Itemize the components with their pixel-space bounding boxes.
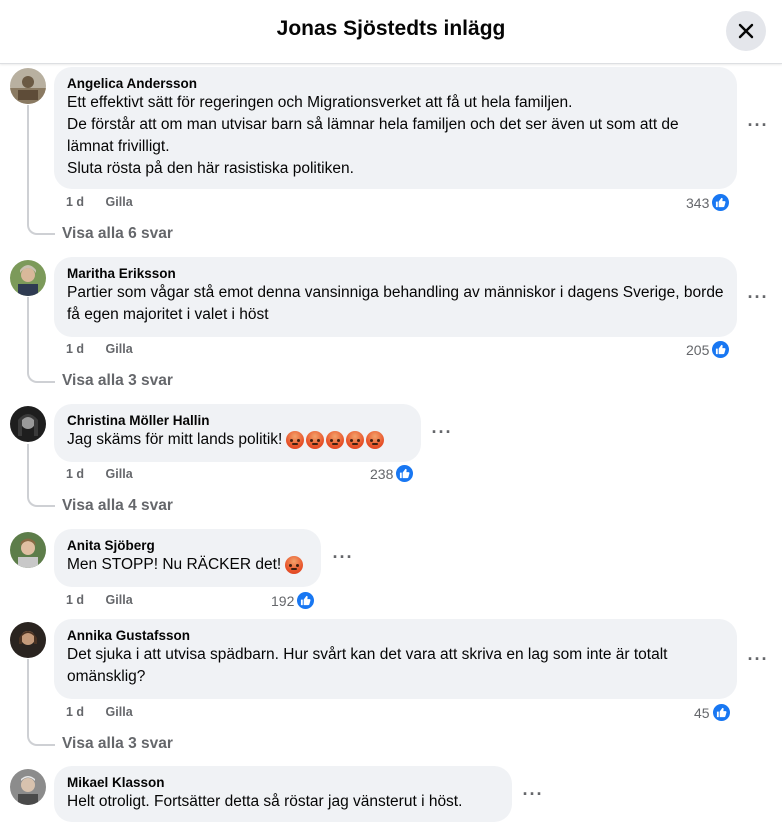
thread-line [27, 444, 55, 507]
like-icon [395, 464, 415, 483]
close-icon [738, 23, 754, 39]
comment-bubble: Christina Möller Hallin Jag skäms för mi… [54, 404, 421, 462]
like-button[interactable]: Gilla [106, 593, 133, 607]
comment-actions: 1 d Gilla [66, 705, 133, 719]
comment-text: Det sjuka i att utvisa spädbarn. Hur svå… [67, 646, 668, 685]
view-replies-link[interactable]: Visa alla 4 svar [62, 497, 173, 515]
comment-bubble: Angelica Andersson Ett effektivt sätt fö… [54, 67, 737, 189]
like-icon [711, 703, 731, 722]
reaction-count[interactable]: 343 [686, 193, 731, 212]
comment-actions: 1 d Gilla [66, 593, 133, 607]
comment-actions: 1 d Gilla [66, 195, 133, 209]
comment-author[interactable]: Angelica Andersson [67, 75, 725, 92]
like-button[interactable]: Gilla [106, 195, 133, 209]
angry-emoji-icon [286, 430, 305, 449]
comment-actions: 1 d Gilla [66, 467, 133, 481]
view-replies-link[interactable]: Visa alla 3 svar [62, 372, 173, 390]
comment-author[interactable]: Mikael Klasson [67, 774, 500, 791]
like-icon [711, 340, 731, 359]
comment-age[interactable]: 1 d [66, 342, 84, 356]
reaction-count[interactable]: 238 [370, 464, 415, 483]
view-replies-link[interactable]: Visa alla 3 svar [62, 735, 173, 753]
comment-text: Men STOPP! Nu RÄCKER det! [67, 554, 309, 576]
reaction-number: 238 [370, 465, 394, 482]
comment-text: Helt otroligt. Fortsätter detta så rösta… [67, 793, 463, 810]
comment-text-content: Men STOPP! Nu RÄCKER det! [67, 556, 282, 573]
avatar[interactable] [10, 406, 46, 442]
comment-author[interactable]: Christina Möller Hallin [67, 412, 409, 429]
comment-age[interactable]: 1 d [66, 467, 84, 481]
angry-emoji-row [286, 430, 385, 449]
comment-author[interactable]: Annika Gustafsson [67, 627, 725, 644]
like-button[interactable]: Gilla [106, 342, 133, 356]
comment-text: Ett effektivt sätt för regeringen och Mi… [67, 94, 679, 177]
like-button[interactable]: Gilla [106, 467, 133, 481]
comment-text-content: Jag skäms för mitt lands politik! [67, 431, 283, 448]
more-options-button[interactable]: ··· [327, 541, 359, 573]
dialog-title: Jonas Sjöstedts inlägg [276, 17, 506, 40]
angry-emoji-icon [346, 430, 365, 449]
avatar[interactable] [10, 769, 46, 805]
avatar[interactable] [10, 532, 46, 568]
comments-feed[interactable]: Angelica Andersson Ett effektivt sätt fö… [0, 65, 782, 825]
more-options-button[interactable]: ··· [742, 643, 774, 675]
thread-line [27, 659, 55, 746]
comment-author[interactable]: Maritha Eriksson [67, 265, 725, 282]
comment-actions: 1 d Gilla [66, 342, 133, 356]
reaction-count[interactable]: 205 [686, 340, 731, 359]
comment-age[interactable]: 1 d [66, 593, 84, 607]
reaction-number: 45 [694, 704, 710, 721]
comment-age[interactable]: 1 d [66, 705, 84, 719]
comment-bubble: Mikael Klasson Helt otroligt. Fortsätter… [54, 766, 512, 822]
reaction-number: 343 [686, 194, 710, 211]
more-options-button[interactable]: ··· [517, 778, 549, 810]
reaction-count[interactable]: 45 [694, 703, 731, 722]
reaction-count[interactable]: 192 [271, 591, 316, 610]
comment-bubble: Maritha Eriksson Partier som vågar stå e… [54, 257, 737, 337]
comment-age[interactable]: 1 d [66, 195, 84, 209]
close-button[interactable] [726, 11, 766, 51]
angry-emoji-row [285, 555, 304, 574]
thread-line [27, 105, 55, 235]
angry-emoji-icon [306, 430, 325, 449]
comment-text: Jag skäms för mitt lands politik! [67, 429, 409, 451]
angry-emoji-icon [326, 430, 345, 449]
like-button[interactable]: Gilla [106, 705, 133, 719]
comment-bubble: Annika Gustafsson Det sjuka i att utvisa… [54, 619, 737, 699]
comment-bubble: Anita Sjöberg Men STOPP! Nu RÄCKER det! [54, 529, 321, 587]
avatar[interactable] [10, 260, 46, 296]
angry-emoji-icon [366, 430, 385, 449]
reaction-number: 192 [271, 592, 295, 609]
like-icon [296, 591, 316, 610]
avatar[interactable] [10, 68, 46, 104]
more-options-button[interactable]: ··· [426, 416, 458, 448]
avatar[interactable] [10, 622, 46, 658]
like-icon [711, 193, 731, 212]
comment-author[interactable]: Anita Sjöberg [67, 537, 309, 554]
angry-emoji-icon [285, 555, 304, 574]
more-options-button[interactable]: ··· [742, 281, 774, 313]
more-options-button[interactable]: ··· [742, 109, 774, 141]
dialog-header: Jonas Sjöstedts inlägg [0, 0, 782, 64]
reaction-number: 205 [686, 341, 710, 358]
view-replies-link[interactable]: Visa alla 6 svar [62, 225, 173, 243]
thread-line [27, 297, 55, 383]
comment-text: Partier som vågar stå emot denna vansinn… [67, 284, 724, 323]
